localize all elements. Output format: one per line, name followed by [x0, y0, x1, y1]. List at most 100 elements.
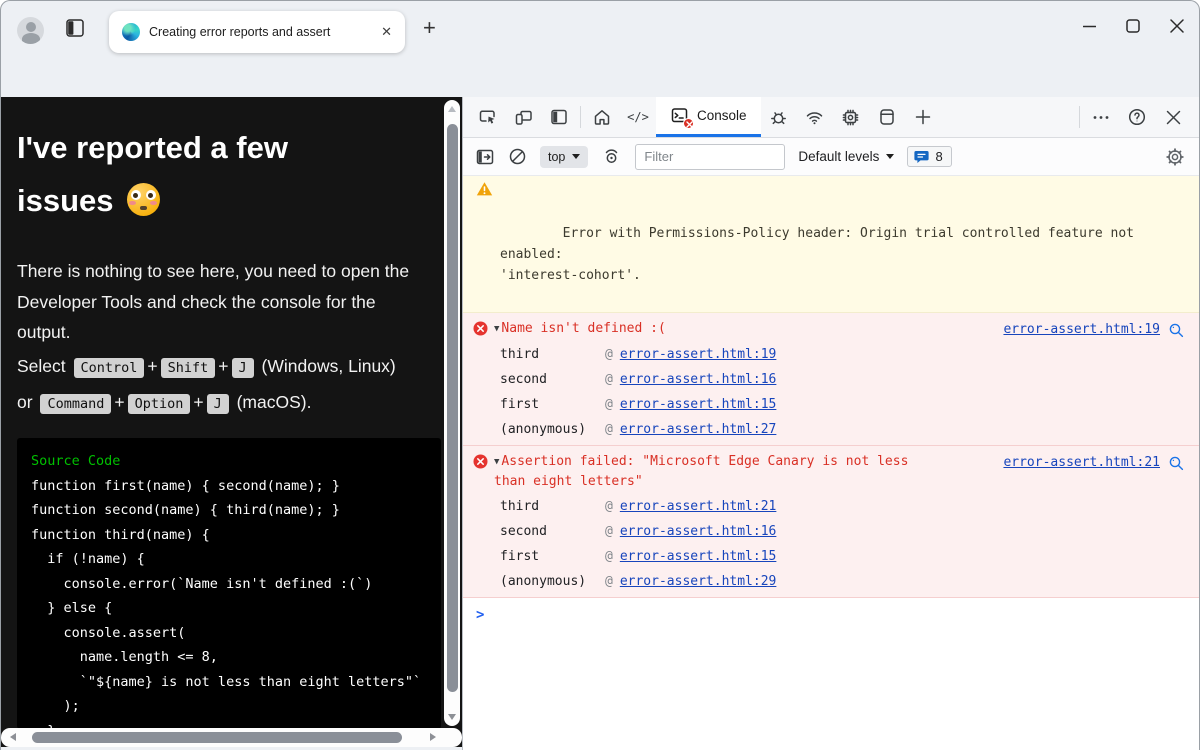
error-header: ▼Name isn't defined :( error-assert.html…: [473, 319, 1185, 340]
flushed-face-emoji: [127, 183, 160, 216]
kbd-j: J: [232, 358, 254, 378]
welcome-tool-button[interactable]: [584, 97, 620, 137]
application-tool-button[interactable]: [869, 97, 905, 137]
issues-counter[interactable]: 8: [907, 146, 951, 167]
elements-tool-button[interactable]: </>: [620, 97, 656, 137]
shortcut-or: or: [17, 392, 33, 412]
horizontal-scroll-thumb[interactable]: [32, 732, 402, 743]
log-levels-dropdown[interactable]: Default levels: [798, 149, 894, 164]
workspaces-icon: [63, 16, 87, 40]
kbd-option: Option: [128, 394, 191, 414]
console-sidebar-toggle-icon[interactable]: [475, 147, 495, 167]
help-icon: [1127, 107, 1147, 127]
close-icon: [1170, 19, 1184, 33]
code-line: if (!name) {: [31, 547, 441, 572]
stack-link[interactable]: error-assert.html:16: [620, 519, 777, 544]
plus-sign: +: [147, 356, 157, 376]
disclosure-triangle-icon[interactable]: ▼: [494, 457, 499, 467]
stack-fn: (anonymous): [500, 417, 605, 442]
network-tool-button[interactable]: [797, 97, 833, 137]
error-message-text: ▼Name isn't defined :(: [494, 319, 997, 339]
activity-bar-button[interactable]: [541, 97, 577, 137]
maximize-button[interactable]: [1111, 1, 1155, 51]
stack-frame: third@error-assert.html:19: [500, 342, 1185, 367]
scroll-right-arrow[interactable]: [430, 733, 436, 741]
tab-close-icon[interactable]: ✕: [378, 24, 395, 40]
workspaces-button[interactable]: [63, 16, 87, 40]
error-text: Assertion failed: "Microsoft Edge Canary…: [494, 454, 908, 489]
browser-tab[interactable]: Creating error reports and assert ✕: [109, 11, 405, 53]
disclosure-triangle-icon[interactable]: ▼: [494, 324, 499, 334]
console-prompt[interactable]: >: [463, 598, 1199, 623]
stack-link[interactable]: error-assert.html:15: [620, 392, 777, 417]
console-settings-gear-icon[interactable]: [1165, 147, 1185, 167]
at-sign: @: [605, 569, 613, 594]
code-line: console.assert(: [31, 621, 441, 646]
minimize-icon: [1083, 20, 1096, 33]
console-tab[interactable]: Console: [656, 97, 761, 137]
live-expression-icon[interactable]: [601, 146, 622, 167]
code-line: name.length <= 8,: [31, 645, 441, 670]
navigation-bar: https://microsoftedge.github.io/Demos/de…: [1, 53, 1199, 97]
error-source-link[interactable]: error-assert.html:21: [1003, 453, 1160, 473]
explain-error-magnifier-icon[interactable]: [1168, 322, 1185, 339]
devtools-menu-button[interactable]: [1083, 97, 1119, 137]
toolbar-separator: [580, 106, 581, 128]
stack-fn: second: [500, 367, 605, 392]
stack-fn: first: [500, 392, 605, 417]
explain-error-magnifier-icon[interactable]: [1168, 455, 1185, 472]
stack-link[interactable]: error-assert.html:29: [620, 569, 777, 594]
code-line: } else {: [31, 596, 441, 621]
stack-link[interactable]: error-assert.html:15: [620, 544, 777, 569]
inspect-element-button[interactable]: [469, 97, 505, 137]
stack-link[interactable]: error-assert.html:19: [620, 342, 777, 367]
heading-line1: I've reported a few: [17, 130, 288, 165]
maximize-icon: [1126, 19, 1140, 33]
shortcut-mac-note: (macOS).: [237, 392, 312, 412]
profile-avatar[interactable]: [17, 17, 44, 44]
vertical-scroll-thumb[interactable]: [447, 124, 458, 692]
error-source-link[interactable]: error-assert.html:19: [1003, 320, 1160, 340]
stack-link[interactable]: error-assert.html:21: [620, 494, 777, 519]
ellipsis-icon: [1093, 115, 1109, 120]
stack-fn: third: [500, 494, 605, 519]
stack-link[interactable]: error-assert.html:16: [620, 367, 777, 392]
console-toolbar: top Default levels 8: [463, 138, 1199, 176]
device-emulation-button[interactable]: [505, 97, 541, 137]
scroll-left-arrow[interactable]: [10, 733, 16, 741]
scroll-up-arrow[interactable]: [448, 106, 456, 112]
add-tool-plus-icon: [914, 108, 932, 126]
shortcut-instructions: Select Control+Shift+J (Windows, Linux) …: [17, 351, 441, 423]
devtools-tab-bar: </> Console: [463, 97, 1199, 138]
error-circle-icon: [473, 454, 488, 469]
javascript-context-selector[interactable]: top: [540, 146, 588, 168]
issues-bubble-icon: [914, 150, 929, 164]
console-warning-message: Error with Permissions-Policy header: Or…: [463, 176, 1199, 313]
at-sign: @: [605, 417, 613, 442]
close-button[interactable]: [1155, 1, 1199, 51]
page-viewport: I've reported a few issues There is noth…: [1, 97, 462, 747]
tabbar-spacer: [941, 97, 1076, 137]
horizontal-scrollbar[interactable]: [1, 728, 462, 747]
heading-line2: issues: [17, 183, 114, 218]
wifi-icon: [804, 107, 825, 128]
avatar-body-icon: [22, 33, 40, 44]
console-messages: Error with Permissions-Policy header: Or…: [463, 176, 1199, 750]
console-filter-input[interactable]: [635, 144, 785, 170]
kbd-command: Command: [40, 394, 111, 414]
minimize-button[interactable]: [1067, 1, 1111, 51]
page-paragraph: There is nothing to see here, you need t…: [17, 256, 425, 348]
issues-count: 8: [935, 149, 942, 164]
scroll-down-arrow[interactable]: [448, 714, 456, 720]
new-tab-button[interactable]: +: [423, 18, 436, 38]
more-tools-button[interactable]: [905, 97, 941, 137]
issues-tool-button[interactable]: [761, 97, 797, 137]
performance-tool-button[interactable]: [833, 97, 869, 137]
devtools-close-button[interactable]: [1155, 97, 1191, 137]
stack-link[interactable]: error-assert.html:27: [620, 417, 777, 442]
warning-text: Error with Permissions-Policy header: Or…: [500, 226, 1142, 283]
vertical-scrollbar[interactable]: [444, 100, 460, 726]
devtools-help-button[interactable]: [1119, 97, 1155, 137]
context-selector-value: top: [548, 150, 565, 164]
clear-console-icon[interactable]: [508, 147, 527, 166]
